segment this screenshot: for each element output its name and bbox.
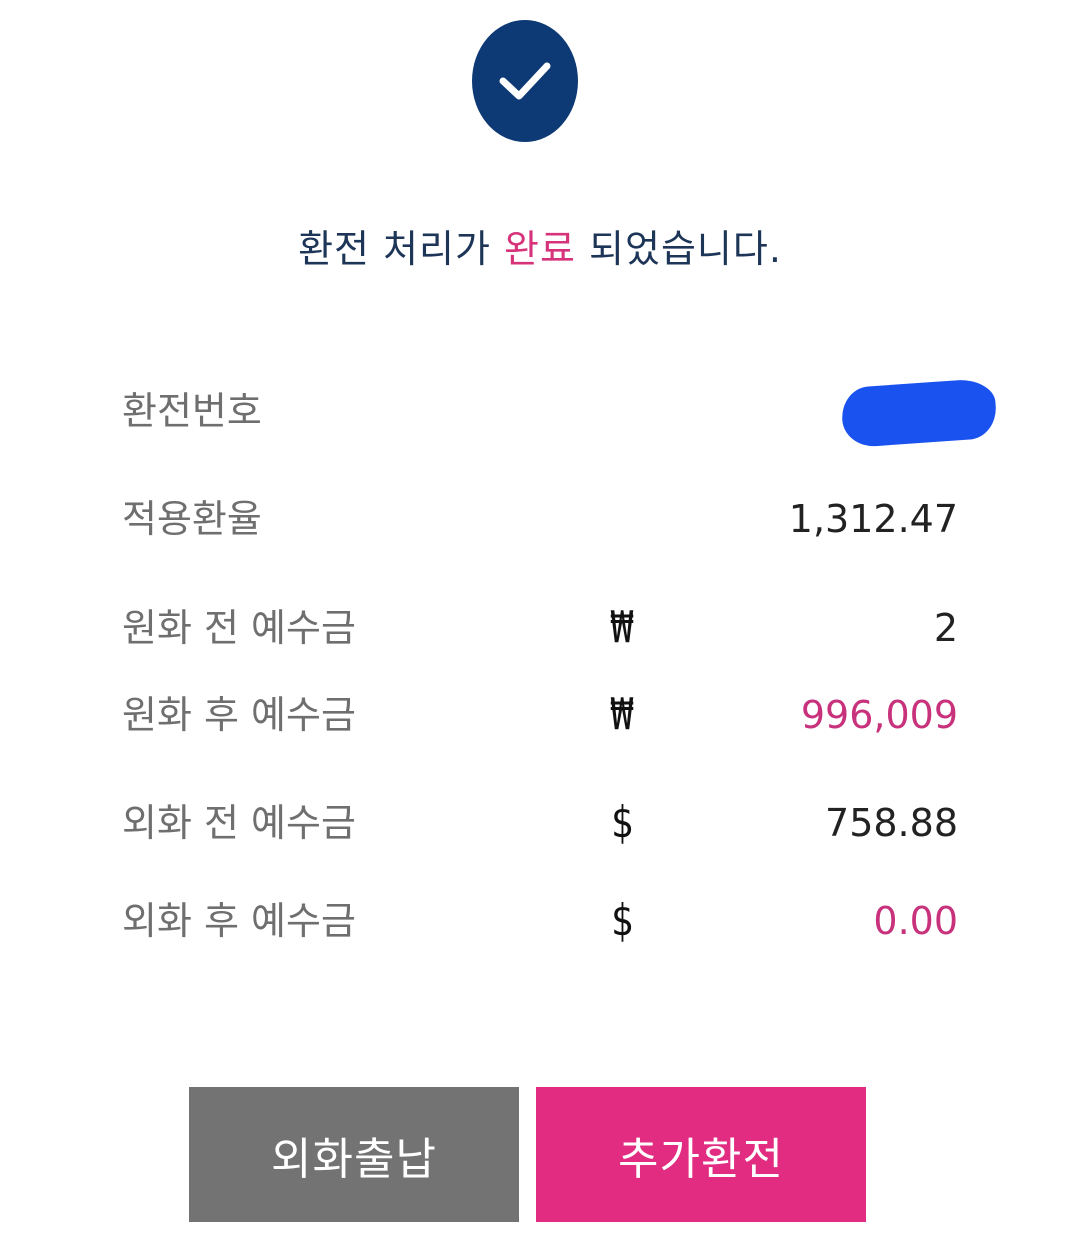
krw-after-value: 996,009 — [800, 693, 958, 737]
fx-after-label: 외화 후 예수금 — [122, 899, 356, 943]
krw-before-value: 2 — [933, 606, 958, 650]
dollar-sign-icon: $ — [610, 797, 634, 848]
redacted-exchange-number — [840, 377, 998, 449]
fx-before-row: 외화 전 예수금 $ 758.88 — [122, 793, 958, 853]
applied-rate-row: 적용환율 1,312.47 — [122, 489, 958, 549]
fx-before-label: 외화 전 예수금 — [122, 801, 356, 845]
check-icon — [472, 20, 578, 142]
completion-message-part1: 환전 처리가 — [298, 227, 505, 271]
exchange-number-row: 환전번호 — [122, 377, 998, 449]
exchange-complete-screen: 환전 처리가 완료 되었습니다. 환전번호 적용환율 1,312.47 원화 전… — [0, 0, 1080, 1254]
krw-before-label: 원화 전 예수금 — [122, 606, 356, 650]
krw-before-row: 원화 전 예수금 ₩ 2 — [122, 598, 958, 658]
completion-message: 환전 처리가 완료 되었습니다. — [0, 218, 1080, 273]
add-exchange-button[interactable]: 추가환전 — [536, 1087, 866, 1222]
fx-after-row: 외화 후 예수금 $ 0.00 — [122, 891, 958, 951]
won-sign-icon: ₩ — [610, 602, 634, 653]
fx-after-value: 0.00 — [873, 899, 958, 943]
fx-before-value: 758.88 — [825, 801, 958, 845]
applied-rate-label: 적용환율 — [122, 497, 262, 541]
completion-message-part2: 되었습니다. — [575, 227, 782, 271]
dollar-sign-icon: $ — [610, 895, 634, 946]
completion-message-accent: 완료 — [504, 227, 576, 271]
fx-transfer-button[interactable]: 외화출납 — [189, 1087, 519, 1222]
exchange-number-label: 환전번호 — [122, 389, 262, 433]
krw-after-label: 원화 후 예수금 — [122, 693, 356, 737]
won-sign-icon: ₩ — [610, 689, 634, 740]
krw-after-row: 원화 후 예수금 ₩ 996,009 — [122, 685, 958, 745]
applied-rate-value: 1,312.47 — [788, 497, 958, 541]
